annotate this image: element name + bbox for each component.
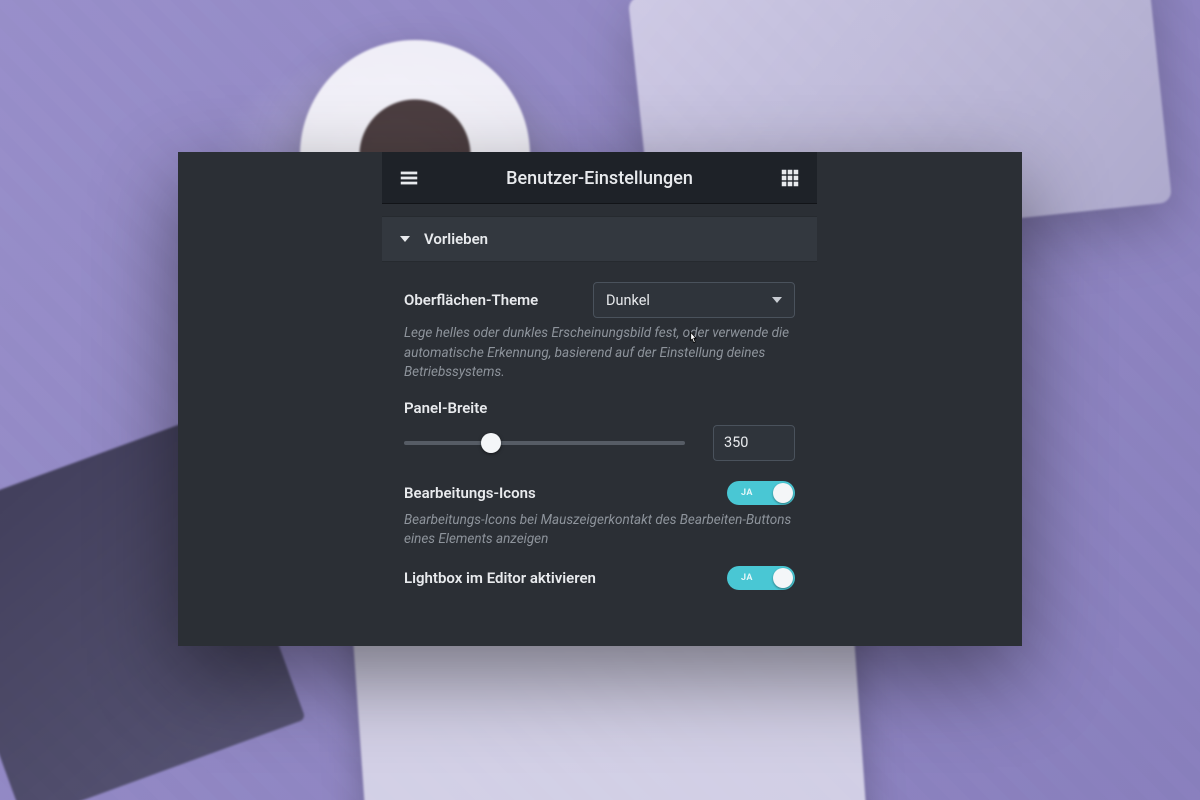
section-header-preferences[interactable]: Vorlieben: [382, 216, 817, 262]
chevron-down-icon: [400, 236, 410, 242]
lightbox-toggle[interactable]: JA: [727, 566, 795, 590]
panel-width-slider[interactable]: [404, 433, 685, 453]
preferences-section: Vorlieben Oberflächen-Theme Dunkel Lege …: [382, 216, 817, 590]
edit-icons-toggle[interactable]: JA: [727, 481, 795, 505]
lightbox-label: Lightbox im Editor aktivieren: [404, 569, 596, 587]
setting-lightbox: Lightbox im Editor aktivieren JA: [404, 566, 795, 590]
setting-edit-icons: Bearbeitungs-Icons JA Bearbeitungs-Icons…: [404, 481, 795, 550]
panel-width-label: Panel-Breite: [404, 399, 795, 417]
panel-title: Benutzer-Einstellungen: [422, 168, 777, 189]
toggle-knob: [773, 568, 793, 588]
edit-icons-help-text: Bearbeitungs-Icons bei Mauszeigerkontakt…: [404, 511, 795, 550]
panel-width-input[interactable]: 350: [713, 425, 795, 461]
caret-down-icon: [772, 297, 782, 303]
setting-panel-width: Panel-Breite 350: [404, 399, 795, 461]
titlebar: Benutzer-Einstellungen: [382, 152, 817, 204]
section-title: Vorlieben: [424, 230, 488, 248]
panel-width-value: 350: [724, 434, 748, 451]
theme-help-text: Lege helles oder dunkles Erscheinungsbil…: [404, 324, 795, 383]
theme-label: Oberflächen-Theme: [404, 291, 538, 309]
toggle-on-label: JA: [741, 573, 753, 583]
theme-select-value: Dunkel: [606, 292, 650, 309]
setting-theme: Oberflächen-Theme Dunkel Lege helles ode…: [404, 282, 795, 383]
settings-panel: Benutzer-Einstellungen Vorlieben: [382, 152, 817, 646]
slider-thumb[interactable]: [481, 433, 501, 453]
theme-select[interactable]: Dunkel: [593, 282, 795, 318]
toggle-knob: [773, 483, 793, 503]
background-image: Benutzer-Einstellungen Vorlieben: [0, 0, 1200, 800]
menu-icon[interactable]: [396, 165, 422, 191]
apps-grid-icon[interactable]: [777, 165, 803, 191]
edit-icons-label: Bearbeitungs-Icons: [404, 484, 536, 502]
toggle-on-label: JA: [741, 488, 753, 498]
section-body: Oberflächen-Theme Dunkel Lege helles ode…: [382, 262, 817, 590]
slider-track: [404, 441, 685, 445]
settings-window: Benutzer-Einstellungen Vorlieben: [178, 152, 1022, 646]
